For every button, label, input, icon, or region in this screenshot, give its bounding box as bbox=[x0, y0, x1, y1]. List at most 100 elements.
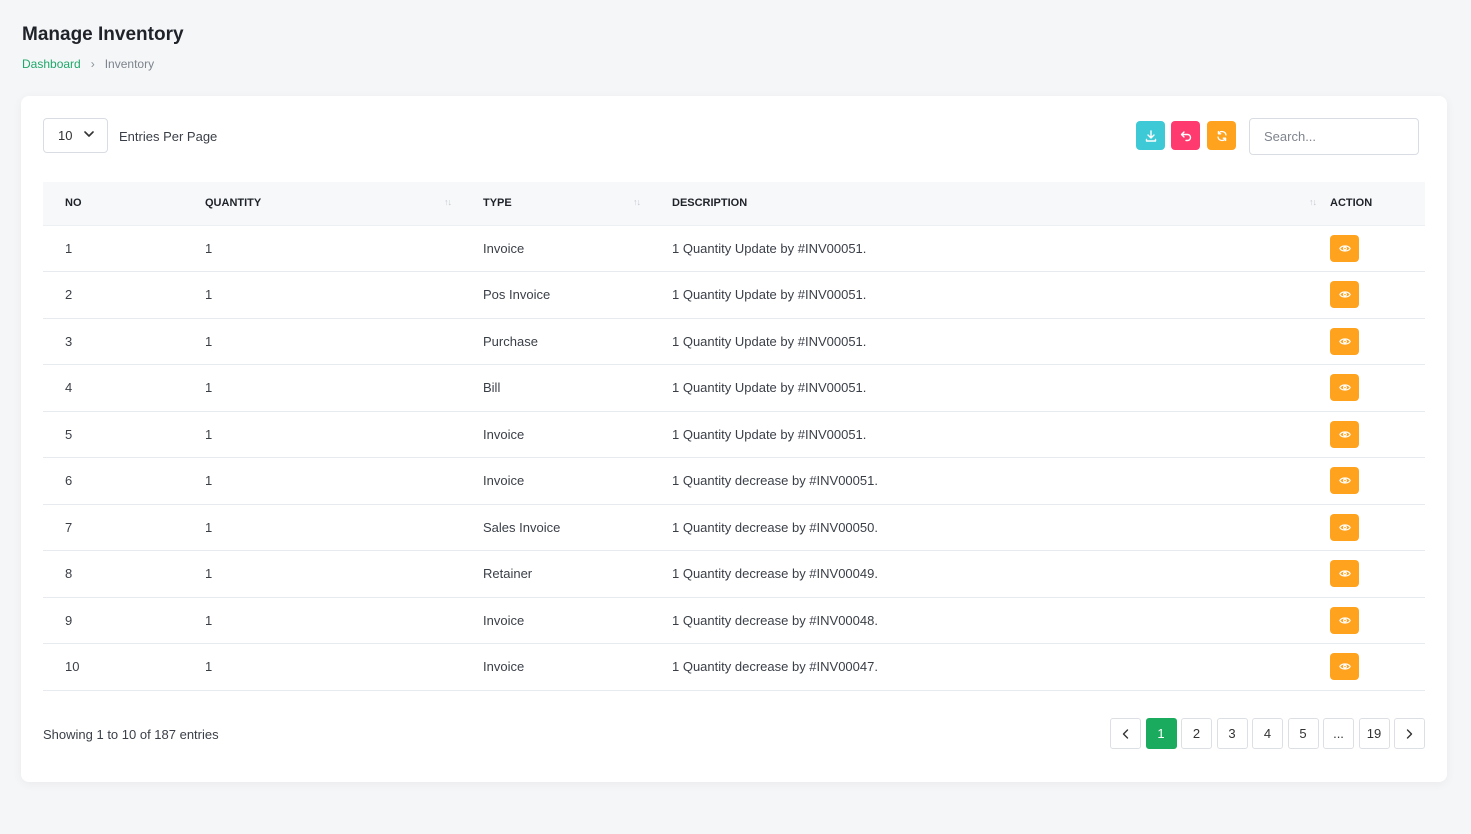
cell-action bbox=[1326, 644, 1425, 691]
chevron-right-icon: › bbox=[90, 57, 95, 71]
breadcrumb-current: Inventory bbox=[104, 57, 155, 71]
column-header-no[interactable]: NO bbox=[43, 182, 183, 226]
table-row: 7 1 Sales Invoice 1 Quantity decrease by #I… bbox=[43, 504, 1425, 551]
table-row: 9 1 Invoice 1 Quantity decrease by #INV0004… bbox=[43, 597, 1425, 644]
cell-no: 10 bbox=[65, 659, 80, 675]
cell-description: 1 Quantity decrease by #INV00047. bbox=[672, 659, 878, 675]
view-button[interactable] bbox=[1330, 327, 1359, 355]
download-icon bbox=[1145, 129, 1156, 142]
entries-per-page-value: 10 bbox=[58, 128, 73, 143]
cell-quantity: 1 bbox=[205, 659, 213, 675]
cell-action bbox=[1326, 411, 1425, 458]
table-row: 10 1 Invoice 1 Quantity decrease by #INV000… bbox=[43, 644, 1425, 691]
cell-action bbox=[1326, 504, 1425, 551]
page-button[interactable]: 19 bbox=[1358, 718, 1390, 749]
cell-action bbox=[1326, 225, 1425, 272]
previous-page-button[interactable] bbox=[1110, 718, 1141, 749]
eye-icon bbox=[1338, 338, 1351, 345]
cell-no: 2 bbox=[65, 287, 73, 303]
cell-type: Invoice bbox=[483, 659, 525, 675]
cell-quantity: 1 bbox=[205, 519, 213, 535]
cell-quantity: 1 bbox=[205, 287, 213, 303]
cell-quantity: 1 bbox=[205, 240, 213, 256]
table-row: 5 1 Invoice 1 Quantity Update by #INV00051. bbox=[43, 411, 1425, 458]
column-header-action: ACTION bbox=[1326, 182, 1425, 226]
cell-quantity: 1 bbox=[205, 566, 213, 582]
sort-icon[interactable]: ↑↓ bbox=[633, 197, 641, 207]
eye-icon bbox=[1338, 570, 1351, 577]
table-row: 8 1 Retainer 1 Quantity decrease by #INV000… bbox=[43, 551, 1425, 598]
sort-icon[interactable]: ↑↓ bbox=[1309, 197, 1317, 207]
cell-description: 1 Quantity decrease by #INV00049. bbox=[672, 566, 878, 582]
view-button[interactable] bbox=[1330, 234, 1359, 262]
cell-action bbox=[1326, 551, 1425, 598]
search-input[interactable] bbox=[1249, 118, 1419, 155]
cell-description: 1 Quantity decrease by #INV00051. bbox=[672, 473, 878, 489]
cell-no: 6 bbox=[65, 473, 73, 489]
eye-icon bbox=[1338, 431, 1351, 438]
sort-icon[interactable]: ↑↓ bbox=[444, 197, 452, 207]
cell-type: Sales Invoice bbox=[483, 519, 561, 535]
cell-type: Bill bbox=[483, 380, 501, 396]
table-row: 6 1 Invoice 1 Quantity decrease by #INV0005… bbox=[43, 458, 1425, 505]
view-button[interactable] bbox=[1330, 374, 1359, 402]
cell-description: 1 Quantity Update by #INV00051. bbox=[672, 240, 867, 256]
cell-type: Invoice bbox=[483, 612, 525, 628]
view-button[interactable] bbox=[1330, 653, 1359, 681]
cell-action bbox=[1326, 597, 1425, 644]
export-button[interactable] bbox=[1136, 121, 1165, 150]
page-button[interactable]: 1 bbox=[1145, 718, 1177, 749]
showing-entries-text: Showing 1 to 10 of 187 entries bbox=[43, 727, 219, 742]
table-row: 3 1 Purchase 1 Quantity Update by #INV00051… bbox=[43, 318, 1425, 365]
column-header-description[interactable]: DESCRIPTION ↑↓ bbox=[650, 182, 1326, 226]
cell-type: Invoice bbox=[483, 240, 525, 256]
entries-per-page-label: Entries Per Page bbox=[119, 129, 218, 144]
column-header-type[interactable]: TYPE ↑↓ bbox=[461, 182, 650, 226]
view-button[interactable] bbox=[1330, 606, 1359, 634]
page-button[interactable]: 5 bbox=[1287, 718, 1319, 749]
chevron-left-icon bbox=[1122, 728, 1129, 739]
refresh-button[interactable] bbox=[1207, 121, 1236, 150]
cell-type: Pos Invoice bbox=[483, 287, 551, 303]
eye-icon bbox=[1338, 663, 1351, 670]
cell-type: Retainer bbox=[483, 566, 533, 582]
cell-description: 1 Quantity decrease by #INV00050. bbox=[672, 519, 878, 535]
cell-type: Purchase bbox=[483, 333, 538, 349]
cell-quantity: 1 bbox=[205, 380, 213, 396]
cell-no: 8 bbox=[65, 566, 73, 582]
table-row: 2 1 Pos Invoice 1 Quantity Update by #INV00… bbox=[43, 272, 1425, 318]
back-button[interactable] bbox=[1171, 121, 1200, 150]
entries-per-page-select[interactable]: 10 bbox=[43, 118, 108, 153]
eye-icon bbox=[1338, 477, 1351, 484]
eye-icon bbox=[1338, 384, 1351, 391]
view-button[interactable] bbox=[1330, 420, 1359, 448]
cell-action bbox=[1326, 318, 1425, 365]
undo-icon bbox=[1180, 130, 1191, 141]
cell-no: 9 bbox=[65, 612, 73, 628]
inventory-card: 10 Entries Per Page NO QUANT bbox=[21, 96, 1447, 782]
page-button[interactable]: 3 bbox=[1216, 718, 1248, 749]
next-page-button[interactable] bbox=[1394, 718, 1425, 749]
view-button[interactable] bbox=[1330, 281, 1359, 309]
cell-action bbox=[1326, 458, 1425, 505]
chevron-right-icon bbox=[1406, 728, 1413, 739]
page-button[interactable]: 4 bbox=[1252, 718, 1283, 749]
table-header-row: NO QUANTITY ↑↓ TYPE ↑↓ DESCRIPTION ↑↓ ACTIO… bbox=[43, 182, 1425, 226]
pagination: 1 2 3 4 5... 19 bbox=[1110, 718, 1425, 749]
page-button[interactable]: 2 bbox=[1181, 718, 1212, 749]
cell-description: 1 Quantity Update by #INV00051. bbox=[672, 426, 867, 442]
view-button[interactable] bbox=[1330, 560, 1359, 588]
cell-description: 1 Quantity Update by #INV00051. bbox=[672, 287, 867, 303]
inventory-table: NO QUANTITY ↑↓ TYPE ↑↓ DESCRIPTION ↑↓ ACTIO… bbox=[43, 182, 1425, 691]
refresh-icon bbox=[1216, 130, 1227, 141]
cell-no: 4 bbox=[65, 380, 73, 396]
eye-icon bbox=[1338, 524, 1351, 531]
cell-no: 3 bbox=[65, 333, 73, 349]
column-header-quantity[interactable]: QUANTITY ↑↓ bbox=[183, 182, 461, 226]
view-button[interactable] bbox=[1330, 467, 1359, 495]
eye-icon bbox=[1338, 617, 1351, 624]
cell-action bbox=[1326, 365, 1425, 412]
view-button[interactable] bbox=[1330, 513, 1359, 541]
cell-type: Invoice bbox=[483, 426, 525, 442]
breadcrumb-dashboard-link[interactable]: Dashboard bbox=[22, 57, 81, 71]
